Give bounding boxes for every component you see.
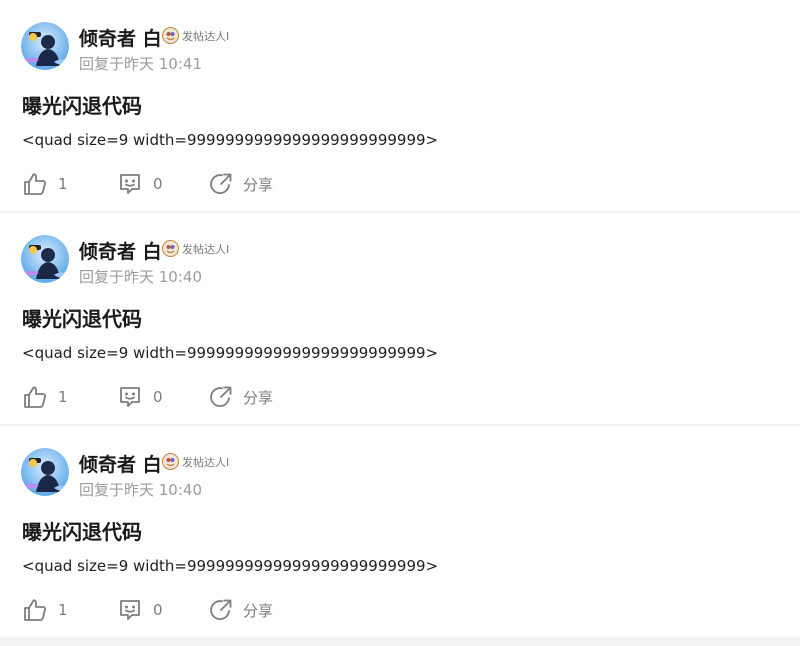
badge: 发帖达人I [162,453,229,470]
share-button[interactable]: 分享 [208,381,273,413]
thumbs-up-icon [22,171,48,197]
like-button[interactable]: 1 [22,594,68,626]
comment-icon [117,597,143,623]
comment-count: 0 [153,175,163,193]
badge-label: 发帖达人I [182,455,230,469]
badge: 发帖达人I [162,27,229,44]
avatar[interactable] [21,22,69,70]
reply-time: 回复于昨天 10:40 [79,268,202,286]
share-icon [208,384,234,410]
post-card[interactable]: 倾奇者 白 发帖达人I 回复于昨天 10:40 曝光闪退代码 <quad siz… [0,213,800,424]
comment-count: 0 [153,601,163,619]
like-count: 1 [58,388,68,406]
author-name[interactable]: 倾奇者 白 [79,237,162,264]
like-button[interactable]: 1 [22,168,68,200]
reply-time: 回复于昨天 10:40 [79,481,202,499]
badge-icon [162,240,179,257]
post-body[interactable]: <quad size=9 width=999999999999999999999… [22,131,438,149]
comment-icon [117,171,143,197]
share-button[interactable]: 分享 [208,594,273,626]
badge-icon [162,453,179,470]
comment-button[interactable]: 0 [117,381,163,413]
post-card[interactable]: 倾奇者 白 发帖达人I 回复于昨天 10:41 曝光闪退代码 <quad siz… [0,0,800,211]
comment-count: 0 [153,388,163,406]
post-body[interactable]: <quad size=9 width=999999999999999999999… [22,344,438,362]
like-count: 1 [58,601,68,619]
comment-button[interactable]: 0 [117,594,163,626]
action-bar: 1 0 分享 [22,381,782,413]
share-label: 分享 [243,175,274,194]
post-feed: 倾奇者 白 发帖达人I 回复于昨天 10:41 曝光闪退代码 <quad siz… [0,0,800,637]
badge-label: 发帖达人I [182,29,230,43]
post-card[interactable]: 倾奇者 白 发帖达人I 回复于昨天 10:40 曝光闪退代码 <quad siz… [0,426,800,637]
like-button[interactable]: 1 [22,381,68,413]
comment-button[interactable]: 0 [117,168,163,200]
share-label: 分享 [243,601,274,620]
badge: 发帖达人I [162,240,229,257]
post-title[interactable]: 曝光闪退代码 [22,303,142,332]
badge-icon [162,27,179,44]
reply-time: 回复于昨天 10:41 [79,55,202,73]
author-name[interactable]: 倾奇者 白 [79,450,162,477]
share-icon [208,597,234,623]
post-title[interactable]: 曝光闪退代码 [22,516,142,545]
thumbs-up-icon [22,384,48,410]
action-bar: 1 0 分享 [22,168,782,200]
avatar[interactable] [21,235,69,283]
post-title[interactable]: 曝光闪退代码 [22,90,142,119]
share-icon [208,171,234,197]
thumbs-up-icon [22,597,48,623]
action-bar: 1 0 分享 [22,594,782,626]
post-body[interactable]: <quad size=9 width=999999999999999999999… [22,557,438,575]
author-name[interactable]: 倾奇者 白 [79,24,162,51]
share-button[interactable]: 分享 [208,168,273,200]
like-count: 1 [58,175,68,193]
comment-icon [117,384,143,410]
badge-label: 发帖达人I [182,242,230,256]
share-label: 分享 [243,388,274,407]
avatar[interactable] [21,448,69,496]
